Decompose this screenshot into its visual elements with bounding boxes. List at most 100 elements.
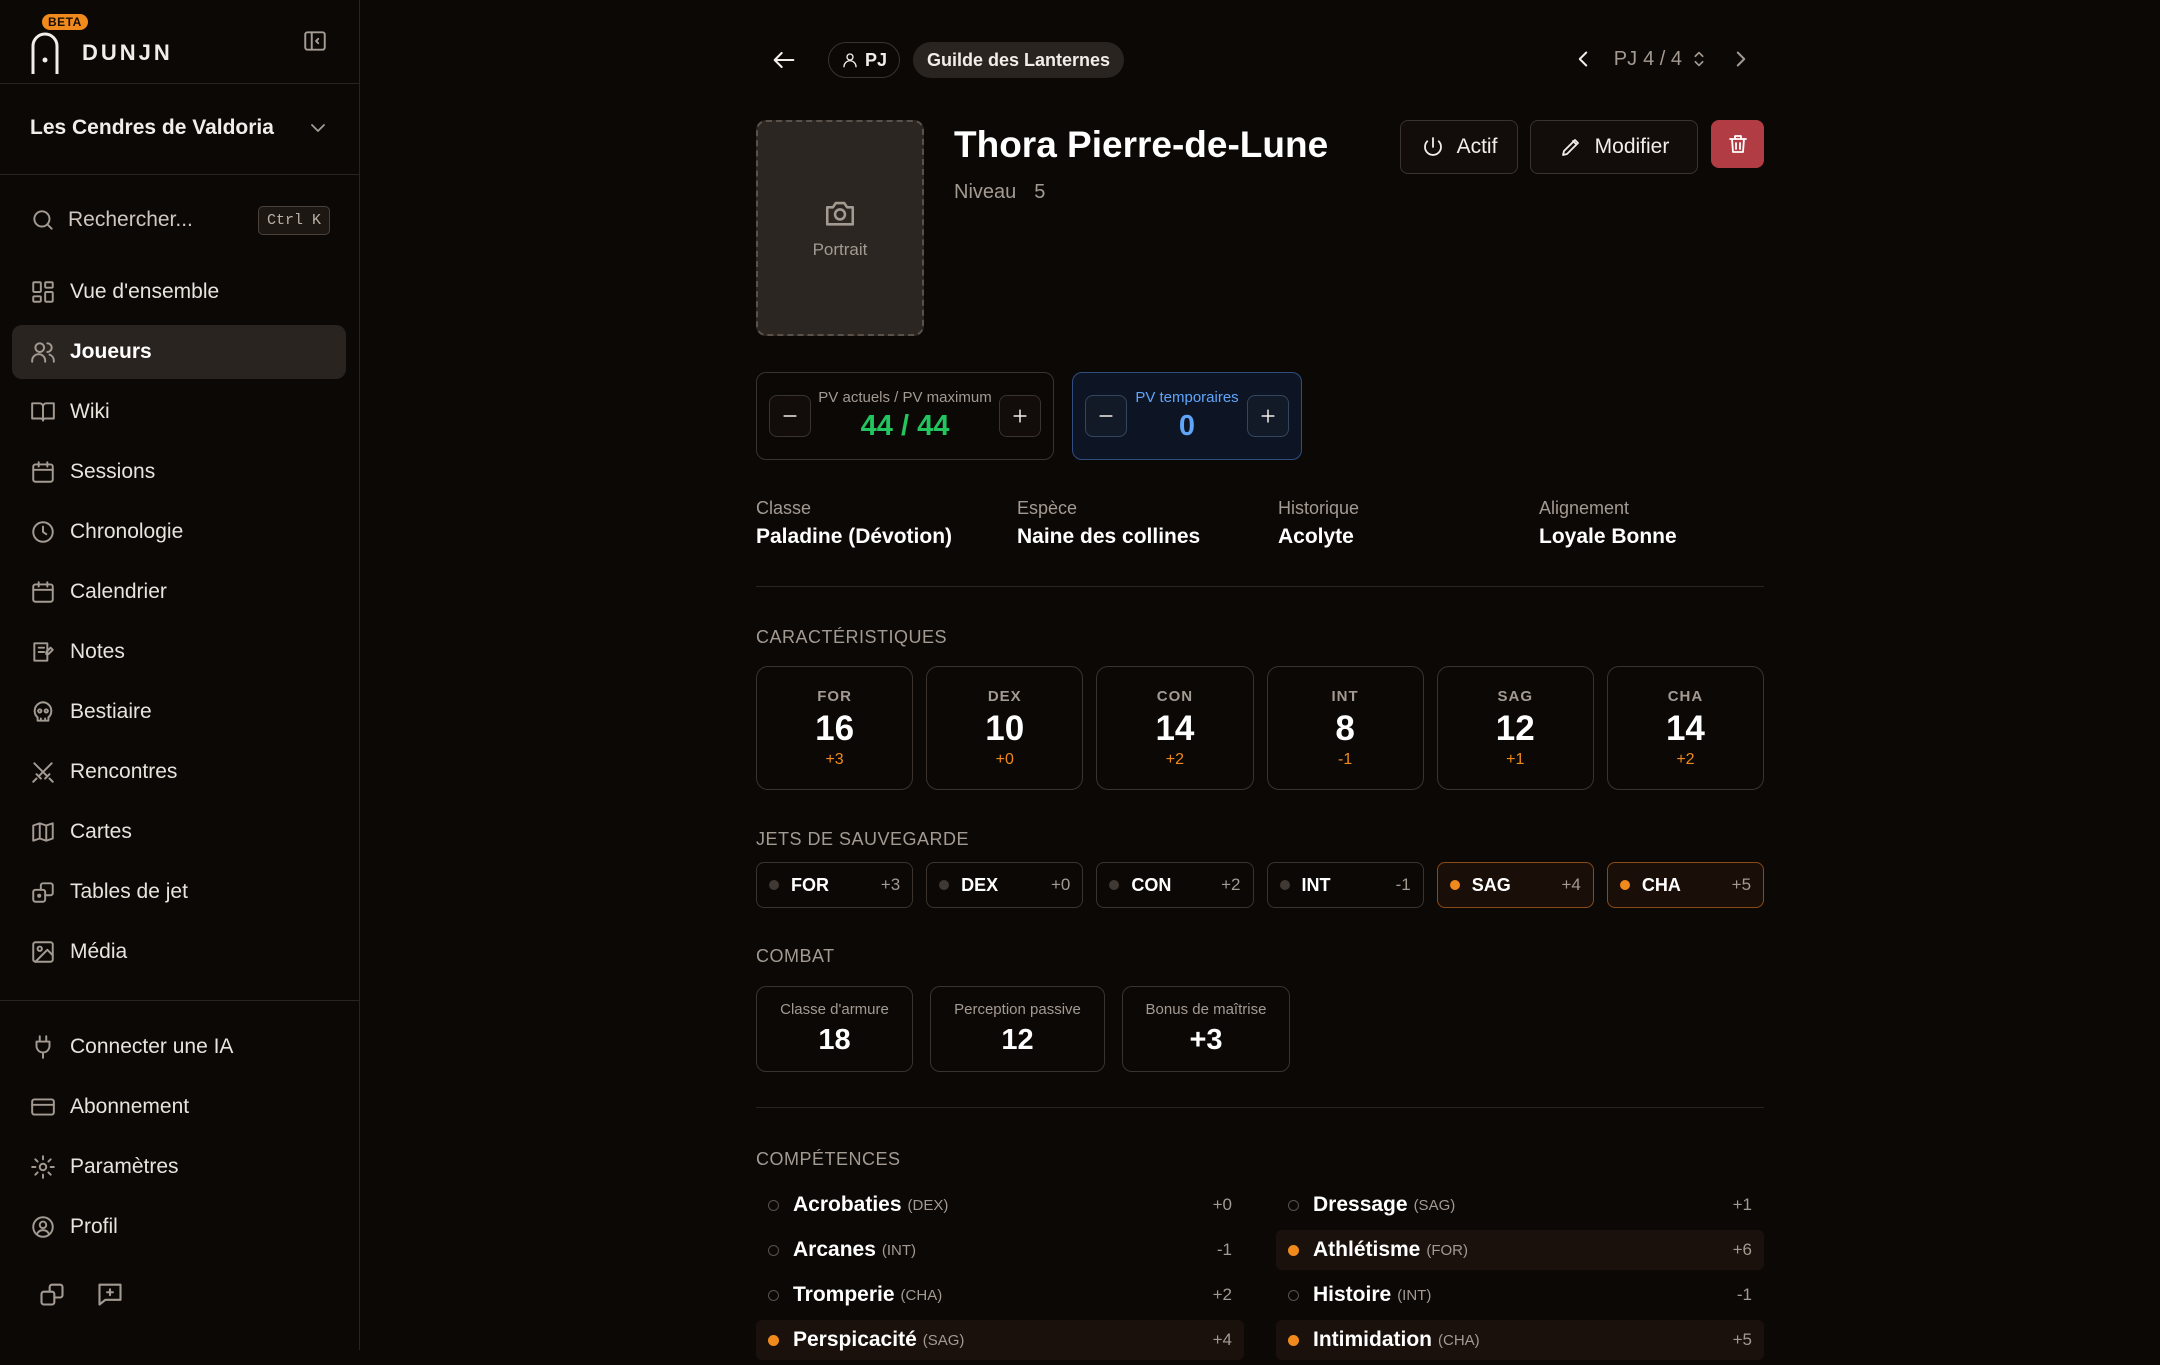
- nav-label: Paramètres: [70, 1155, 179, 1178]
- divider: [0, 174, 360, 175]
- trash-icon: [1728, 135, 1747, 153]
- section-title-saves: JETS DE SAUVEGARDE: [756, 829, 970, 849]
- nav-item-notes[interactable]: Notes: [12, 625, 346, 679]
- nav-item-sessions[interactable]: Sessions: [12, 445, 346, 499]
- skill-row[interactable]: Histoire (INT) -1: [1276, 1275, 1764, 1315]
- grid-icon: [32, 281, 54, 303]
- main-nav: Vue d'ensemble Joueurs Wiki Sessions Chr…: [12, 265, 346, 985]
- skill-row[interactable]: Tromperie (CHA) +2: [756, 1275, 1244, 1315]
- nav-item-subscription[interactable]: Abonnement: [12, 1080, 346, 1134]
- skill-row-proficient[interactable]: Athlétisme (FOR) +6: [1276, 1230, 1764, 1270]
- users-icon: [31, 342, 55, 363]
- nav-item-timeline[interactable]: Chronologie: [12, 505, 346, 559]
- chevron-up-down-icon: [1694, 51, 1704, 67]
- gear-icon: [31, 1155, 55, 1179]
- minus-icon: [1099, 415, 1113, 417]
- skill-ability: (SAG): [1413, 1196, 1456, 1214]
- nav-item-bestiary[interactable]: Bestiaire: [12, 685, 346, 739]
- edit-button[interactable]: Modifier: [1530, 120, 1698, 174]
- level-value: 5: [1034, 181, 1046, 203]
- nav-item-overview[interactable]: Vue d'ensemble: [12, 265, 346, 319]
- nav-item-connect-ai[interactable]: Connecter une IA: [12, 1020, 346, 1074]
- group-badge[interactable]: Guilde des Lanternes: [913, 42, 1125, 78]
- active-label: Actif: [1456, 135, 1498, 158]
- portrait-upload[interactable]: Portrait: [756, 120, 924, 336]
- nav-item-wiki[interactable]: Wiki: [12, 385, 346, 439]
- skill-ability: (INT): [1397, 1286, 1432, 1304]
- hp-decrease-button[interactable]: [769, 395, 811, 437]
- hp-increase-button[interactable]: [998, 395, 1041, 437]
- proficiency-dot: [1288, 1244, 1299, 1256]
- skill-name: Intimidation: [1313, 1328, 1432, 1351]
- character-type-badge: PJ: [828, 42, 901, 78]
- ability-mod: +0: [995, 750, 1014, 768]
- nav-label: Sessions: [70, 460, 156, 483]
- ability-mod: +1: [1506, 750, 1525, 768]
- collapse-sidebar-icon[interactable]: [302, 28, 328, 54]
- skill-ability: (CHA): [1438, 1331, 1480, 1349]
- nav-item-profile[interactable]: Profil: [12, 1200, 346, 1254]
- nav-item-media[interactable]: Média: [12, 925, 346, 979]
- save-mod: +3: [880, 875, 901, 894]
- nav-label: Connecter une IA: [70, 1035, 234, 1058]
- swords-icon: [32, 762, 54, 783]
- ability-score: 8: [1335, 708, 1355, 748]
- feedback-icon[interactable]: [96, 1280, 124, 1308]
- skill-row[interactable]: Dressage (SAG) +1: [1276, 1185, 1764, 1225]
- delete-button[interactable]: [1711, 120, 1764, 168]
- ability-card: INT 8 -1: [1266, 666, 1424, 790]
- saving-throw-proficient[interactable]: CHA +5: [1606, 862, 1765, 908]
- divider: [0, 1000, 360, 1001]
- saving-throw-proficient[interactable]: SAG +4: [1436, 862, 1594, 908]
- pager-value: 4 / 4: [1643, 47, 1682, 70]
- power-icon: [1423, 137, 1442, 156]
- skill-name: Acrobaties: [793, 1193, 902, 1216]
- topbar: PJ Guilde des Lanternes PJ 4 / 4: [756, 42, 1764, 82]
- combat-value: 18: [818, 1024, 851, 1056]
- chevron-right-icon[interactable]: [1728, 46, 1754, 72]
- nav-item-maps[interactable]: Cartes: [12, 805, 346, 859]
- skill-row[interactable]: Acrobaties (DEX) +0: [756, 1185, 1244, 1225]
- combat-value: 12: [1001, 1024, 1034, 1056]
- divider: [756, 1107, 1764, 1108]
- character-name: Thora Pierre-de-Lune: [954, 124, 1329, 165]
- shapes-icon[interactable]: [38, 1280, 66, 1308]
- saving-throw[interactable]: CON +2: [1096, 862, 1254, 908]
- saving-throw[interactable]: FOR +3: [756, 862, 914, 908]
- skill-row-proficient[interactable]: Intimidation (CHA) +5: [1276, 1320, 1764, 1360]
- combat-value: +3: [1189, 1024, 1223, 1056]
- search-button[interactable]: Rechercher... Ctrl K: [30, 200, 330, 240]
- nav-item-calendar[interactable]: Calendrier: [12, 565, 346, 619]
- active-toggle-button[interactable]: Actif: [1400, 120, 1518, 174]
- ability-score: 16: [815, 708, 855, 748]
- level-label: Niveau: [954, 181, 1017, 203]
- calendar-icon: [32, 461, 54, 483]
- skill-row-proficient[interactable]: Perspicacité (SAG) +4: [756, 1320, 1244, 1360]
- nav-label: Bestiaire: [70, 700, 152, 723]
- nav-item-players[interactable]: Joueurs: [12, 325, 346, 379]
- chevron-left-icon[interactable]: [1570, 46, 1596, 72]
- nav-item-settings[interactable]: Paramètres: [12, 1140, 346, 1194]
- skill-ability: (INT): [881, 1241, 917, 1259]
- saving-throw[interactable]: DEX +0: [926, 862, 1084, 908]
- nav-item-encounters[interactable]: Rencontres: [12, 745, 346, 799]
- campaign-selector[interactable]: Les Cendres de Valdoria: [30, 112, 330, 144]
- skill-name: Histoire: [1313, 1283, 1392, 1306]
- temp-hp-increase-button[interactable]: [1247, 395, 1289, 437]
- saving-throw[interactable]: INT -1: [1266, 862, 1424, 908]
- nav-item-roll-tables[interactable]: Tables de jet: [12, 865, 346, 919]
- nav-label: Vue d'ensemble: [70, 280, 220, 303]
- hp-display: PV actuels / PV maximum 44 / 44: [818, 389, 991, 443]
- ability-card: CHA 14 +2: [1606, 666, 1765, 790]
- back-arrow-icon[interactable]: [770, 46, 798, 74]
- skill-row[interactable]: Arcanes (INT) -1: [756, 1230, 1244, 1270]
- skills-column-right: Dressage (SAG) +1 Athlétisme (FOR) +6 Histoi…: [1276, 1185, 1764, 1365]
- skill-name: Perspicacité: [793, 1328, 917, 1351]
- ability-abbr: SAG: [1497, 687, 1534, 705]
- info-label: Alignement: [1539, 498, 1630, 518]
- character-pager: PJ 4 / 4: [1570, 46, 1754, 72]
- pager-count[interactable]: PJ 4 / 4: [1614, 48, 1710, 71]
- brand[interactable]: BETA DUNJN: [30, 14, 290, 74]
- section-title-abilities: CARACTÉRISTIQUES: [756, 627, 948, 647]
- temp-hp-decrease-button[interactable]: [1085, 395, 1127, 437]
